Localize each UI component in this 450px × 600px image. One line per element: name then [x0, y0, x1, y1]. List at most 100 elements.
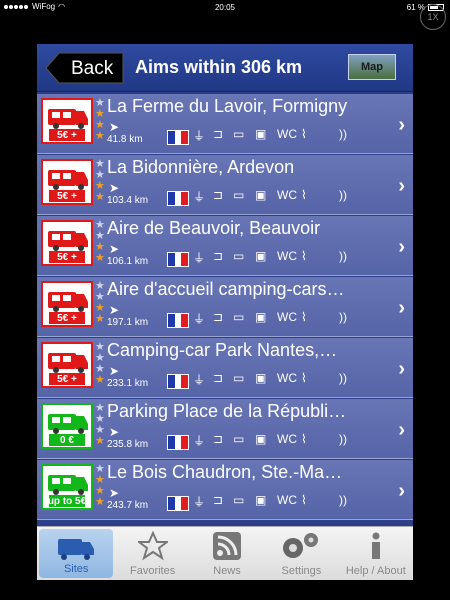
direction-icon: ➤ [109, 242, 120, 256]
chevron-right-icon: › [398, 236, 405, 258]
map-label: Map [361, 61, 383, 73]
star-icon: ★ [95, 130, 105, 142]
water-tap-icon: ⊐ [213, 127, 224, 141]
shower-icon: ⌇ [301, 310, 307, 324]
tv-icon: ▣ [255, 249, 267, 263]
map-button[interactable]: Map [348, 54, 396, 80]
star-icon: ★ [95, 313, 105, 325]
tab-label: News [213, 565, 241, 577]
site-name: Parking Place de la Républi… [107, 401, 347, 421]
tab-settings[interactable]: Settings [264, 527, 338, 580]
france-flag-icon [167, 496, 189, 511]
distance-label: 243.7 km [107, 500, 149, 511]
shower-icon: ⌇ [301, 432, 307, 446]
wc-icon: WC [277, 249, 297, 263]
camper-icon: 5€ + [41, 98, 93, 144]
gear-icon [264, 531, 338, 561]
tv-icon: ▣ [255, 432, 267, 446]
drain-icon: ▭ [233, 310, 245, 324]
clock: 20:05 [214, 3, 236, 12]
wc-icon: WC [277, 127, 297, 141]
distance-label: 106.1 km [107, 256, 149, 267]
list-item[interactable]: 0 € ★ ★ ★ ★ Parking Place de la Républi… ➤ 235.… [37, 399, 413, 459]
zoom-button[interactable]: 1X [420, 4, 446, 30]
price-label: up to 5€ [47, 496, 87, 507]
wc-icon: WC [277, 432, 297, 446]
site-name: La Ferme du Lavoir, Formigny [107, 96, 348, 116]
tab-help-about[interactable]: Help / About [339, 527, 413, 580]
wifi-signal-icon: )) [339, 310, 347, 324]
wifi-signal-icon: )) [339, 188, 347, 202]
camper-icon: 5€ + [41, 342, 93, 388]
water-tap-icon: ⊐ [213, 493, 224, 507]
electric-plug-icon: ⏚ [193, 495, 206, 509]
app-screen: Back Aims within 306 km Map 5€ + ★ ★ ★ ★ La F… [37, 44, 413, 580]
tab-label: Help / About [345, 565, 406, 577]
list-item[interactable]: 5€ + ★ ★ ★ ★ Aire d'accueil camping-cars… ➤ 197… [37, 277, 413, 337]
drain-icon: ▭ [233, 432, 245, 446]
distance-label: 103.4 km [107, 195, 149, 206]
rating-stars: ★ ★ ★ ★ [95, 98, 105, 142]
direction-icon: ➤ [109, 303, 120, 317]
camper-icon: up to 5€ [41, 464, 93, 510]
tab-news[interactable]: News [190, 527, 264, 580]
chevron-right-icon: › [398, 419, 405, 441]
tab-favorites[interactable]: Favorites [115, 527, 189, 580]
back-button[interactable]: Back [45, 52, 125, 84]
france-flag-icon [167, 374, 189, 389]
tab-sites[interactable]: Sites [39, 529, 114, 578]
camper-icon: 5€ + [41, 159, 93, 205]
distance-label: 233.1 km [107, 378, 149, 389]
site-list[interactable]: 5€ + ★ ★ ★ ★ La Ferme du Lavoir, Formigny ➤ 41.… [37, 94, 413, 526]
chevron-right-icon: › [398, 480, 405, 502]
distance-label: 235.8 km [107, 439, 149, 450]
direction-icon: ➤ [109, 120, 120, 134]
star-icon: ★ [95, 435, 105, 447]
price-label: 5€ + [57, 130, 77, 141]
site-name: Le Bois Chaudron, Ste.-Ma… [107, 462, 343, 482]
star-icon: ★ [95, 374, 105, 386]
water-tap-icon: ⊐ [213, 432, 224, 446]
wifi-signal-icon: )) [339, 432, 347, 446]
shower-icon: ⌇ [301, 371, 307, 385]
wc-icon: WC [277, 371, 297, 385]
star-icon: ★ [95, 191, 105, 203]
wc-icon: WC [277, 493, 297, 507]
tv-icon: ▣ [255, 127, 267, 141]
list-item[interactable]: 5€ + ★ ★ ★ ★ La Bidonnière, Ardevon ➤ 103.4 km ⏚… [37, 155, 413, 215]
rating-stars: ★ ★ ★ ★ [95, 159, 105, 203]
star-icon: ★ [95, 496, 105, 508]
chevron-right-icon: › [398, 297, 405, 319]
tv-icon: ▣ [255, 188, 267, 202]
shower-icon: ⌇ [301, 249, 307, 263]
site-name: Aire de Beauvoir, Beauvoir [107, 218, 321, 238]
tab-bar: Sites Favorites News Settings Help / About [37, 526, 413, 580]
electric-plug-icon: ⏚ [193, 373, 206, 387]
shower-icon: ⌇ [301, 127, 307, 141]
chevron-right-icon: › [398, 358, 405, 380]
list-item[interactable]: up to 5€ ★ ★ ★ ★ Le Bois Chaudron, Ste.-Ma… ➤ 2… [37, 460, 413, 520]
electric-plug-icon: ⏚ [193, 129, 206, 143]
camper-icon: 0 € [41, 403, 93, 449]
list-item[interactable]: 5€ + ★ ★ ★ ★ La Ferme du Lavoir, Formigny ➤ 41.… [37, 94, 413, 154]
wifi-signal-icon: )) [339, 493, 347, 507]
electric-plug-icon: ⏚ [193, 312, 206, 326]
france-flag-icon [167, 130, 189, 145]
back-label: Back [71, 58, 114, 79]
list-item[interactable]: 5€ + ★ ★ ★ ★ Aire de Beauvoir, Beauvoir ➤ 106.1… [37, 216, 413, 276]
direction-icon: ➤ [109, 364, 120, 378]
tv-icon: ▣ [255, 371, 267, 385]
wc-icon: WC [277, 188, 297, 202]
wc-icon: WC [277, 310, 297, 324]
page-title: Aims within 306 km [135, 57, 303, 77]
price-label: 5€ + [57, 191, 77, 202]
drain-icon: ▭ [233, 188, 245, 202]
list-item[interactable]: 5€ + ★ ★ ★ ★ Camping-car Park Nantes,… ➤ 233.1 … [37, 338, 413, 398]
france-flag-icon [167, 252, 189, 267]
direction-icon: ➤ [109, 425, 120, 439]
price-label: 5€ + [57, 252, 77, 263]
chevron-right-icon: › [398, 114, 405, 136]
status-bar: WiFog ◠ 20:05 61 % [0, 0, 450, 16]
wifi-signal-icon: )) [339, 371, 347, 385]
price-label: 5€ + [57, 374, 77, 385]
